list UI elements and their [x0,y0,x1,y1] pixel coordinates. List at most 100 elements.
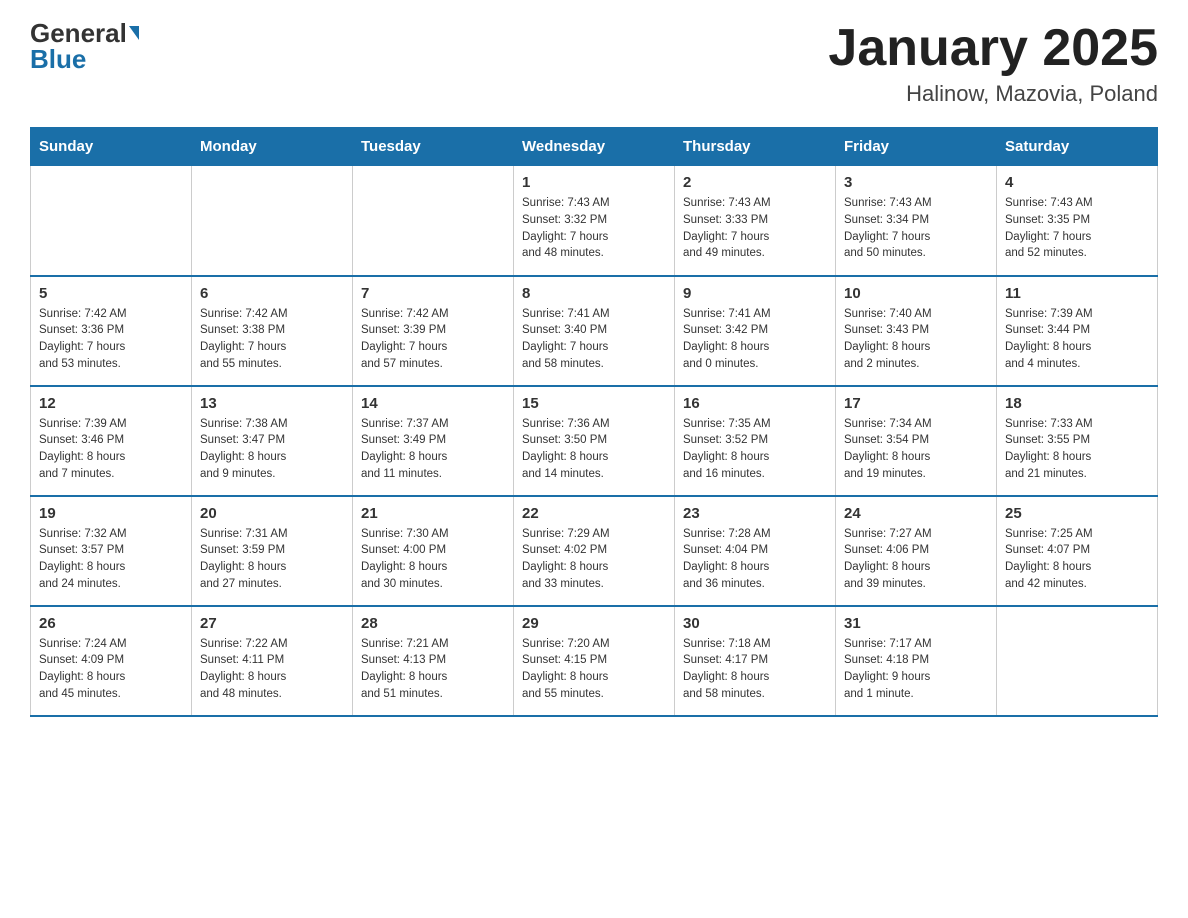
day-number: 23 [683,505,827,522]
day-info: Sunrise: 7:36 AM Sunset: 3:50 PM Dayligh… [522,416,666,483]
day-info: Sunrise: 7:18 AM Sunset: 4:17 PM Dayligh… [683,636,827,703]
calendar-cell: 24 Sunrise: 7:27 AM Sunset: 4:06 PM Dayli… [836,496,997,606]
calendar-cell: 25 Sunrise: 7:25 AM Sunset: 4:07 PM Dayli… [997,496,1158,606]
logo: General Blue [30,20,139,72]
weekday-header-tuesday: Tuesday [353,128,514,166]
calendar-cell: 28 Sunrise: 7:21 AM Sunset: 4:13 PM Dayli… [353,606,514,716]
day-info: Sunrise: 7:30 AM Sunset: 4:00 PM Dayligh… [361,526,505,593]
calendar-cell: 23Sunrise: 7:28 AM Sunset: 4:04 PM Dayli… [675,496,836,606]
calendar-cell: 19Sunrise: 7:32 AM Sunset: 3:57 PM Dayli… [31,496,192,606]
day-number: 15 [522,395,666,412]
calendar-cell: 2 Sunrise: 7:43 AM Sunset: 3:33 PM Daylig… [675,166,836,276]
day-info: Sunrise: 7:37 AM Sunset: 3:49 PM Dayligh… [361,416,505,483]
page-header: General Blue January 2025 Halinow, Mazov… [30,20,1158,107]
day-number: 31 [844,615,988,632]
calendar-title: January 2025 [828,20,1158,77]
calendar-cell: 3Sunrise: 7:43 AM Sunset: 3:34 PM Daylig… [836,166,997,276]
weekday-header-thursday: Thursday [675,128,836,166]
calendar-cell: 7Sunrise: 7:42 AM Sunset: 3:39 PM Daylig… [353,276,514,386]
calendar-header: SundayMondayTuesdayWednesdayThursdayFrid… [31,128,1158,166]
logo-triangle-icon [129,26,139,40]
calendar-cell: 27 Sunrise: 7:22 AM Sunset: 4:11 PM Dayli… [192,606,353,716]
day-number: 27 [200,615,344,632]
day-number: 3 [844,174,988,191]
day-info: Sunrise: 7:25 AM Sunset: 4:07 PM Dayligh… [1005,526,1149,593]
calendar-cell: 1Sunrise: 7:43 AM Sunset: 3:32 PM Daylig… [514,166,675,276]
day-info: Sunrise: 7:42 AM Sunset: 3:36 PM Dayligh… [39,306,183,373]
calendar-cell: 17 Sunrise: 7:34 AM Sunset: 3:54 PM Dayli… [836,386,997,496]
calendar-cell: 11Sunrise: 7:39 AM Sunset: 3:44 PM Dayli… [997,276,1158,386]
logo-general-text: General [30,20,127,46]
day-number: 2 [683,174,827,191]
calendar-cell: 8 Sunrise: 7:41 AM Sunset: 3:40 PM Daylig… [514,276,675,386]
day-number: 9 [683,285,827,302]
day-number: 19 [39,505,183,522]
day-info: Sunrise: 7:35 AM Sunset: 3:52 PM Dayligh… [683,416,827,483]
day-info: Sunrise: 7:43 AM Sunset: 3:33 PM Dayligh… [683,195,827,262]
calendar-cell: 22 Sunrise: 7:29 AM Sunset: 4:02 PM Dayli… [514,496,675,606]
day-info: Sunrise: 7:42 AM Sunset: 3:38 PM Dayligh… [200,306,344,373]
calendar-cell: 14 Sunrise: 7:37 AM Sunset: 3:49 PM Dayli… [353,386,514,496]
calendar-week-4: 19Sunrise: 7:32 AM Sunset: 3:57 PM Dayli… [31,496,1158,606]
calendar-week-2: 5 Sunrise: 7:42 AM Sunset: 3:36 PM Daylig… [31,276,1158,386]
day-info: Sunrise: 7:27 AM Sunset: 4:06 PM Dayligh… [844,526,988,593]
day-info: Sunrise: 7:41 AM Sunset: 3:40 PM Dayligh… [522,306,666,373]
day-number: 24 [844,505,988,522]
day-info: Sunrise: 7:34 AM Sunset: 3:54 PM Dayligh… [844,416,988,483]
day-number: 6 [200,285,344,302]
calendar-table: SundayMondayTuesdayWednesdayThursdayFrid… [30,127,1158,717]
day-info: Sunrise: 7:41 AM Sunset: 3:42 PM Dayligh… [683,306,827,373]
day-number: 22 [522,505,666,522]
weekday-header-saturday: Saturday [997,128,1158,166]
day-number: 17 [844,395,988,412]
calendar-week-3: 12 Sunrise: 7:39 AM Sunset: 3:46 PM Dayli… [31,386,1158,496]
day-info: Sunrise: 7:39 AM Sunset: 3:46 PM Dayligh… [39,416,183,483]
day-info: Sunrise: 7:21 AM Sunset: 4:13 PM Dayligh… [361,636,505,703]
calendar-cell: 20Sunrise: 7:31 AM Sunset: 3:59 PM Dayli… [192,496,353,606]
calendar-subtitle: Halinow, Mazovia, Poland [828,81,1158,107]
weekday-header-monday: Monday [192,128,353,166]
logo-blue-text: Blue [30,46,86,72]
calendar-cell [31,166,192,276]
calendar-cell: 18Sunrise: 7:33 AM Sunset: 3:55 PM Dayli… [997,386,1158,496]
day-info: Sunrise: 7:43 AM Sunset: 3:35 PM Dayligh… [1005,195,1149,262]
day-info: Sunrise: 7:17 AM Sunset: 4:18 PM Dayligh… [844,636,988,703]
day-info: Sunrise: 7:38 AM Sunset: 3:47 PM Dayligh… [200,416,344,483]
calendar-cell: 21Sunrise: 7:30 AM Sunset: 4:00 PM Dayli… [353,496,514,606]
title-section: January 2025 Halinow, Mazovia, Poland [828,20,1158,107]
calendar-cell [192,166,353,276]
day-info: Sunrise: 7:31 AM Sunset: 3:59 PM Dayligh… [200,526,344,593]
day-info: Sunrise: 7:22 AM Sunset: 4:11 PM Dayligh… [200,636,344,703]
calendar-cell: 31 Sunrise: 7:17 AM Sunset: 4:18 PM Dayli… [836,606,997,716]
day-number: 12 [39,395,183,412]
calendar-week-1: 1Sunrise: 7:43 AM Sunset: 3:32 PM Daylig… [31,166,1158,276]
day-info: Sunrise: 7:42 AM Sunset: 3:39 PM Dayligh… [361,306,505,373]
calendar-cell: 29 Sunrise: 7:20 AM Sunset: 4:15 PM Dayli… [514,606,675,716]
calendar-week-5: 26 Sunrise: 7:24 AM Sunset: 4:09 PM Dayli… [31,606,1158,716]
day-number: 30 [683,615,827,632]
day-number: 18 [1005,395,1149,412]
day-number: 26 [39,615,183,632]
day-number: 25 [1005,505,1149,522]
calendar-cell: 15 Sunrise: 7:36 AM Sunset: 3:50 PM Dayli… [514,386,675,496]
day-number: 5 [39,285,183,302]
calendar-cell: 13Sunrise: 7:38 AM Sunset: 3:47 PM Dayli… [192,386,353,496]
weekday-header-friday: Friday [836,128,997,166]
calendar-cell: 9 Sunrise: 7:41 AM Sunset: 3:42 PM Daylig… [675,276,836,386]
weekday-header-wednesday: Wednesday [514,128,675,166]
calendar-cell: 12 Sunrise: 7:39 AM Sunset: 3:46 PM Dayli… [31,386,192,496]
day-number: 28 [361,615,505,632]
day-number: 14 [361,395,505,412]
day-number: 4 [1005,174,1149,191]
weekday-header-sunday: Sunday [31,128,192,166]
day-number: 16 [683,395,827,412]
day-info: Sunrise: 7:29 AM Sunset: 4:02 PM Dayligh… [522,526,666,593]
day-info: Sunrise: 7:39 AM Sunset: 3:44 PM Dayligh… [1005,306,1149,373]
day-info: Sunrise: 7:24 AM Sunset: 4:09 PM Dayligh… [39,636,183,703]
day-info: Sunrise: 7:20 AM Sunset: 4:15 PM Dayligh… [522,636,666,703]
calendar-cell: 16 Sunrise: 7:35 AM Sunset: 3:52 PM Dayli… [675,386,836,496]
day-number: 29 [522,615,666,632]
day-number: 8 [522,285,666,302]
day-info: Sunrise: 7:43 AM Sunset: 3:32 PM Dayligh… [522,195,666,262]
calendar-cell [997,606,1158,716]
